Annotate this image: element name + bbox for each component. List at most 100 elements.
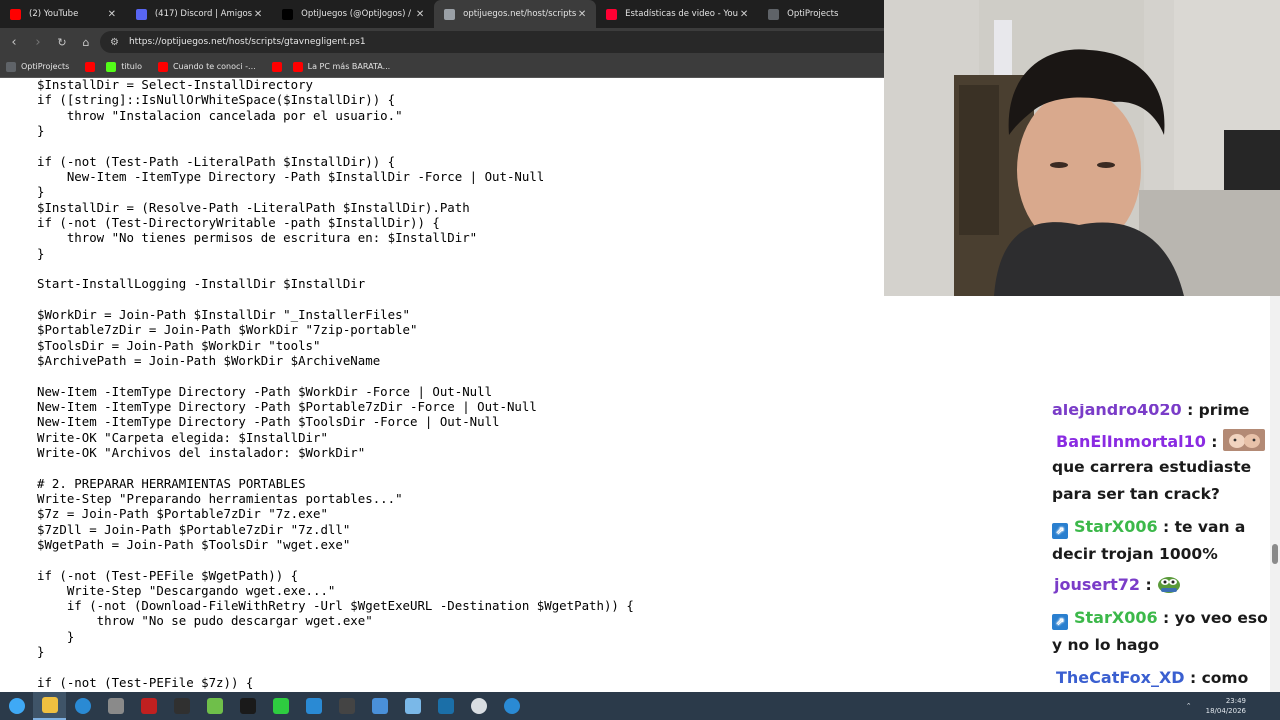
- browser-tab[interactable]: OptiProjects: [758, 0, 884, 28]
- taskbar-button[interactable]: [462, 692, 495, 720]
- code-line: throw "Instalacion cancelada por el usua…: [37, 107, 403, 123]
- taskbar-button[interactable]: [0, 692, 33, 720]
- tab-title: OptiJuegos (@OptiJogos) / X: [301, 9, 415, 19]
- bookmark-label: OptiProjects: [21, 62, 70, 71]
- optiprojects-icon: [6, 61, 16, 72]
- code-line: if (-not (Test-PEFile $WgetPath)) {: [37, 567, 299, 583]
- taskbar-button[interactable]: [99, 692, 132, 720]
- code-line: if (-not (Download-FileWithRetry -Url $W…: [37, 598, 634, 614]
- bookmark-item[interactable]: OptiProjects: [6, 61, 70, 72]
- photos-icon: [371, 698, 388, 714]
- tab-close-icon[interactable]: ✕: [414, 9, 426, 20]
- browser-tab[interactable]: optijuegos.net/host/scripts/gta✕: [434, 0, 597, 28]
- chat-username: BanElInmortal10: [1056, 432, 1206, 451]
- tab-close-icon[interactable]: ✕: [738, 9, 750, 20]
- taskbar-button[interactable]: [231, 692, 264, 720]
- app-icon: [107, 698, 124, 714]
- code-line: }: [37, 184, 45, 200]
- back-icon[interactable]: ‹: [2, 30, 26, 54]
- site-info-icon[interactable]: ⚙: [110, 37, 119, 48]
- scrollbar-thumb[interactable]: [1272, 544, 1278, 564]
- code-line: $ToolsDir = Join-Path $WorkDir "tools": [37, 337, 321, 353]
- code-line: Write-Step "Descargando wget.exe...": [37, 582, 336, 598]
- taskbar-button[interactable]: [33, 692, 66, 720]
- system-tray: ⌃ 23:49 18/04/2026: [1186, 692, 1246, 720]
- bookmark-item[interactable]: Cuando te conoci -...: [157, 61, 256, 72]
- taskbar-button[interactable]: [264, 692, 297, 720]
- taskbar-button[interactable]: [66, 692, 99, 720]
- file-explorer-icon: [41, 697, 58, 713]
- code-line: New-Item -ItemType Directory -Path $Work…: [37, 383, 493, 399]
- clock-time: 23:49: [1225, 697, 1246, 705]
- discord-icon: [135, 8, 147, 20]
- app-blue-icon: [404, 698, 421, 714]
- optiprojects-icon: [768, 8, 780, 20]
- code-line: $InstallDir = (Resolve-Path -LiteralPath…: [37, 199, 470, 215]
- taskbar-button[interactable]: [165, 692, 198, 720]
- taskbar-button[interactable]: [330, 692, 363, 720]
- bookmark-label: Cuando te conoci -...: [172, 62, 256, 71]
- taskbar-button[interactable]: [297, 692, 330, 720]
- address-bar[interactable]: ⚙ https://optijuegos.net/host/scripts/gt…: [100, 31, 884, 53]
- browser-tab[interactable]: (2) YouTube ✕: [0, 0, 126, 28]
- code-line: New-Item -ItemType Directory -Path $Tool…: [37, 414, 500, 430]
- chat-message: jousert72 :: [1052, 571, 1272, 599]
- bookmark-item[interactable]: titulo: [106, 61, 142, 72]
- youtube-icon: [292, 61, 303, 72]
- forward-icon[interactable]: ›: [26, 30, 50, 54]
- code-line: }: [37, 644, 45, 660]
- terminal-icon: [239, 698, 256, 714]
- code-line: New-Item -ItemType Directory -Path $Inst…: [37, 168, 545, 184]
- subscriber-badge-icon: ⇗: [1052, 614, 1068, 630]
- taskbar-button[interactable]: [363, 692, 396, 720]
- obs-icon: [173, 698, 190, 714]
- webcam-image: [884, 0, 1280, 296]
- youtube-icon: [10, 8, 21, 20]
- tab-close-icon[interactable]: ✕: [576, 9, 588, 20]
- taskbar-button[interactable]: [429, 692, 462, 720]
- bookmark-item[interactable]: [85, 61, 100, 72]
- chat-username: TheCatFox_XD: [1056, 668, 1185, 687]
- code-line: throw "No se pudo descargar wget.exe": [37, 613, 373, 629]
- tab-title: (417) Discord | Amigos: [154, 9, 253, 19]
- bookmark-item[interactable]: [271, 61, 287, 72]
- taskbar-button[interactable]: [132, 692, 165, 720]
- stream-chat: alejandro4020 : prime BanElInmortal10 : …: [1046, 404, 1272, 720]
- tray-chevron-icon[interactable]: ⌃: [1186, 702, 1192, 710]
- chat-text: : prime: [1187, 404, 1250, 419]
- edge-icon: [74, 698, 91, 714]
- kick-icon: [106, 61, 117, 72]
- tab-close-icon[interactable]: ✕: [252, 9, 264, 20]
- tab-title: (2) YouTube: [29, 9, 79, 19]
- home-icon[interactable]: ⌂: [74, 30, 98, 54]
- code-line: }: [37, 628, 75, 644]
- browser-tab[interactable]: (417) Discord | Amigos ✕: [126, 0, 272, 28]
- reload-icon[interactable]: ↻: [50, 30, 74, 54]
- app-circle-icon: [470, 698, 487, 714]
- clock[interactable]: 23:49 18/04/2026: [1206, 696, 1246, 716]
- taskbar-button[interactable]: [396, 692, 429, 720]
- code-line: if (-not (Test-PEFile $7z)) {: [37, 674, 254, 690]
- browser-tab[interactable]: Estadísticas de video - YouTube✕: [596, 0, 758, 28]
- code-line: Start-InstallLogging -InstallDir $Instal…: [37, 276, 366, 292]
- code-line: if (-not (Test-DirectoryWritable -path $…: [37, 214, 440, 230]
- cat-emote: [1222, 429, 1265, 451]
- taskbar-button[interactable]: [198, 692, 231, 720]
- browser-toolbar: ‹ › ↻ ⌂ ⚙ https://optijuegos.net/host/sc…: [0, 28, 884, 56]
- tab-title: optijuegos.net/host/scripts/gta: [463, 9, 577, 19]
- code-line: $InstallDir = Select-InstallDirectory: [37, 78, 314, 92]
- tab-close-icon[interactable]: ✕: [106, 9, 118, 20]
- code-line: throw "No tienes permisos de escritura e…: [37, 230, 478, 246]
- chat-username: jousert72: [1054, 575, 1141, 594]
- app-red-icon: [140, 698, 157, 714]
- taskbar: ⌃ 23:49 18/04/2026: [0, 692, 1280, 720]
- x-icon: [282, 8, 294, 20]
- bookmark-item[interactable]: La PC más BARATA...: [292, 61, 390, 72]
- browser-tab[interactable]: OptiJuegos (@OptiJogos) / X ✕: [272, 0, 434, 28]
- taskbar-button[interactable]: [495, 692, 528, 720]
- webcam-feed: [884, 0, 1280, 296]
- chat-message: alejandro4020 : prime: [1052, 404, 1272, 424]
